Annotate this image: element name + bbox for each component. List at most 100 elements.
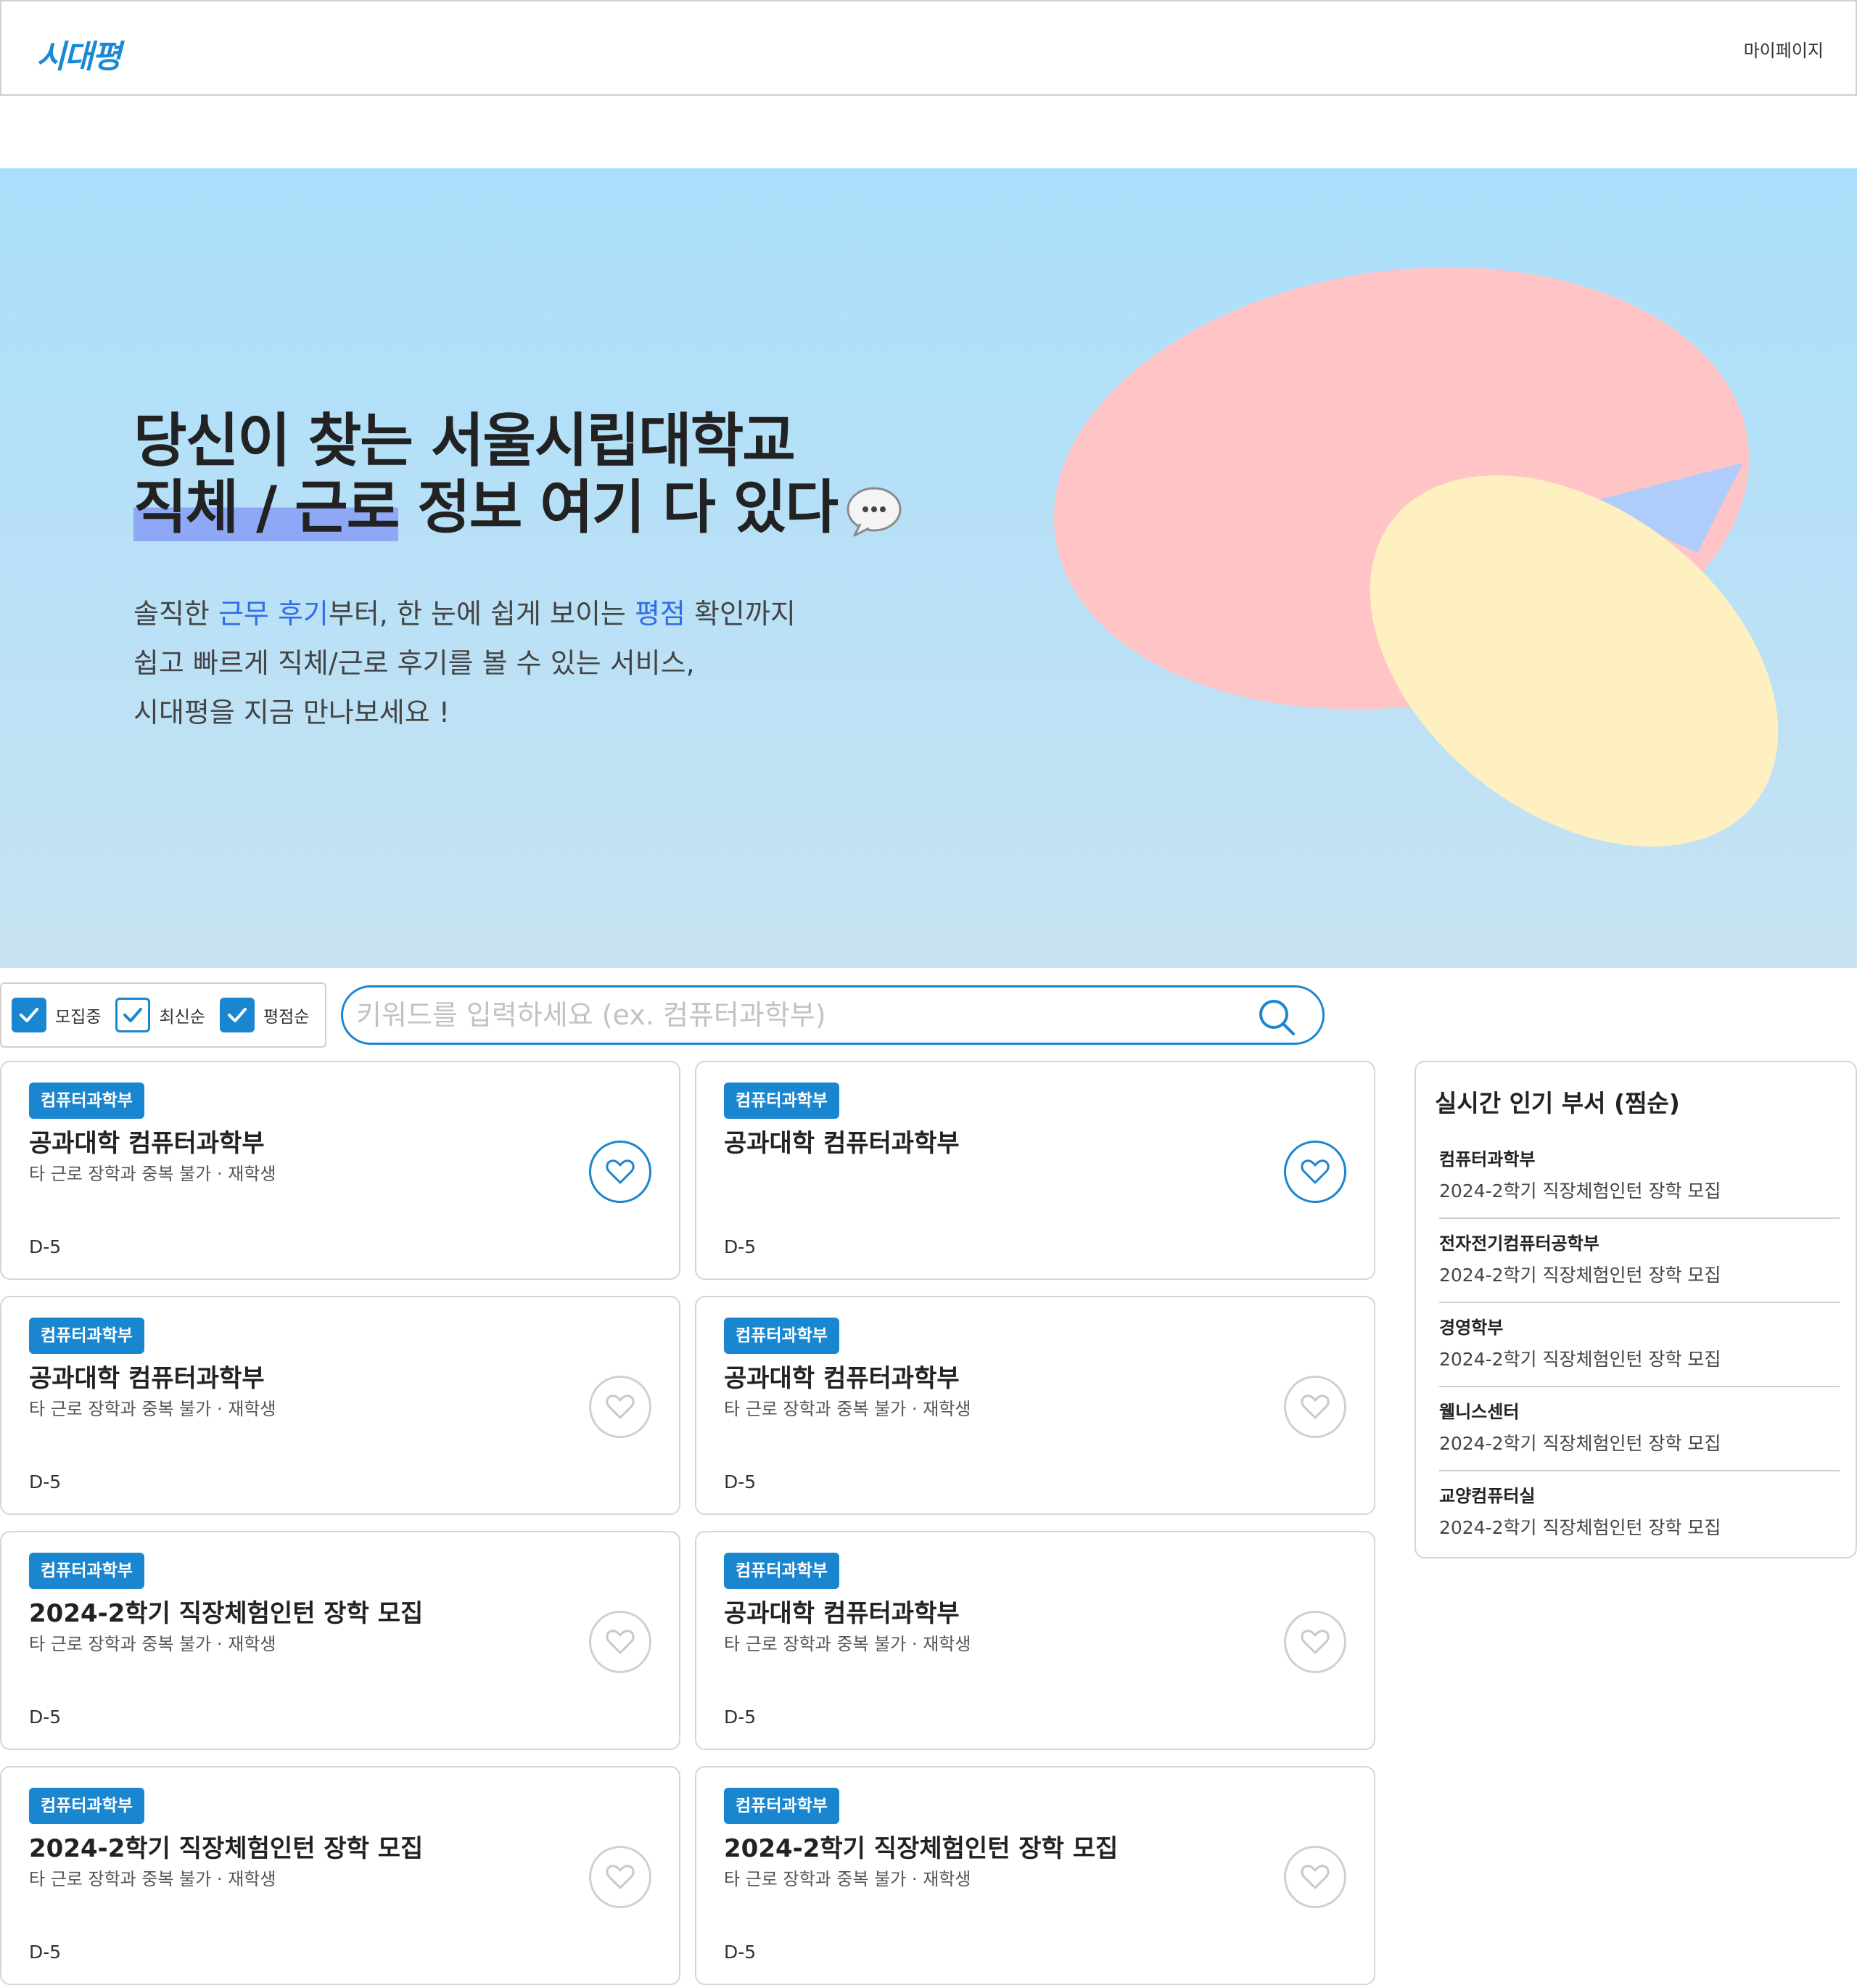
heart-icon — [1301, 1630, 1330, 1654]
top-navbar: 시대평 마이페이지 — [0, 0, 1857, 96]
dday-label: D-5 — [29, 1942, 62, 1963]
hero-desc-line-1: 솔직한 근무 후기부터, 한 눈에 쉽게 보이는 평점 확인까지 — [133, 589, 796, 638]
filter-recruiting[interactable]: 모집중 — [12, 998, 101, 1032]
dday-label: D-5 — [724, 1471, 757, 1492]
hero-desc-text: 솔직한 — [133, 598, 218, 630]
card-title: 2024-2학기 직장체험인턴 장학 모집 — [724, 1834, 1119, 1863]
hero-title-highlight: 직체 / 근로 — [133, 474, 400, 541]
popular-item[interactable]: 전자전기컴퓨터공학부 2024-2학기 직장체험인턴 장학 모집 — [1439, 1219, 1840, 1303]
filter-bar: 모집중 최신순 평점순 — [0, 982, 326, 1048]
card-title: 공과대학 컴퓨터과학부 — [724, 1599, 960, 1628]
like-button[interactable] — [589, 1611, 651, 1673]
dday-label: D-5 — [724, 1236, 757, 1257]
heart-icon — [1301, 1159, 1330, 1184]
popular-item[interactable]: 교양컴퓨터실 2024-2학기 직장체험인턴 장학 모집 — [1439, 1471, 1840, 1556]
popular-item[interactable]: 경영학부 2024-2학기 직장체험인턴 장학 모집 — [1439, 1303, 1840, 1387]
card-subtitle: 타 근로 장학과 중복 불가 · 재학생 — [29, 1634, 276, 1654]
like-button[interactable] — [1284, 1611, 1346, 1673]
heart-icon — [1301, 1865, 1330, 1889]
heart-icon — [606, 1159, 635, 1184]
department-badge: 컴퓨터과학부 — [724, 1318, 839, 1354]
hero-title-rest: 정보 여기 다 있다 — [398, 474, 839, 541]
hero-title-line-2: 직체 / 근로 정보 여기 다 있다 — [133, 474, 902, 541]
speech-bubble-icon — [847, 487, 902, 537]
card-subtitle: 타 근로 장학과 중복 불가 · 재학생 — [29, 1399, 276, 1419]
like-button[interactable] — [1284, 1846, 1346, 1908]
filter-rating[interactable]: 평점순 — [219, 998, 310, 1032]
filter-latest[interactable]: 최신순 — [115, 998, 205, 1032]
filter-label: 평점순 — [263, 1008, 310, 1027]
hero-decoration — [1053, 267, 1779, 847]
hero-desc-keyword-rating: 평점 — [634, 598, 685, 630]
job-card[interactable]: 컴퓨터과학부 2024-2학기 직장체험인턴 장학 모집 타 근로 장학과 중복… — [695, 1766, 1375, 1985]
check-icon — [227, 1008, 247, 1022]
hero-desc-keyword-review: 근무 후기 — [218, 598, 329, 630]
department-badge: 컴퓨터과학부 — [29, 1788, 144, 1824]
job-card[interactable]: 컴퓨터과학부 공과대학 컴퓨터과학부 D-5 — [695, 1061, 1375, 1280]
checkbox[interactable] — [12, 998, 46, 1032]
like-button[interactable] — [589, 1141, 651, 1203]
card-title: 2024-2학기 직장체험인턴 장학 모집 — [29, 1599, 424, 1628]
job-card[interactable]: 컴퓨터과학부 공과대학 컴퓨터과학부 타 근로 장학과 중복 불가 · 재학생 … — [0, 1296, 680, 1515]
department-badge: 컴퓨터과학부 — [29, 1318, 144, 1354]
card-title: 공과대학 컴퓨터과학부 — [29, 1364, 265, 1393]
popular-item-desc: 2024-2학기 직장체험인턴 장학 모집 — [1439, 1517, 1721, 1538]
department-badge: 컴퓨터과학부 — [29, 1083, 144, 1119]
job-card[interactable]: 컴퓨터과학부 2024-2학기 직장체험인턴 장학 모집 타 근로 장학과 중복… — [0, 1531, 680, 1750]
dday-label: D-5 — [29, 1706, 62, 1728]
dday-label: D-5 — [29, 1471, 62, 1492]
like-button[interactable] — [589, 1846, 651, 1908]
hero-description: 솔직한 근무 후기부터, 한 눈에 쉽게 보이는 평점 확인까지 쉽고 빠르게 … — [133, 589, 796, 737]
checkbox[interactable] — [115, 998, 151, 1032]
like-button[interactable] — [1284, 1141, 1346, 1203]
card-subtitle: 타 근로 장학과 중복 불가 · 재학생 — [29, 1164, 276, 1184]
popular-item[interactable]: 웰니스센터 2024-2학기 직장체험인턴 장학 모집 — [1439, 1387, 1840, 1471]
job-card[interactable]: 컴퓨터과학부 2024-2학기 직장체험인턴 장학 모집 타 근로 장학과 중복… — [0, 1766, 680, 1985]
job-card[interactable]: 컴퓨터과학부 공과대학 컴퓨터과학부 타 근로 장학과 중복 불가 · 재학생 … — [695, 1531, 1375, 1750]
job-card[interactable]: 컴퓨터과학부 공과대학 컴퓨터과학부 타 근로 장학과 중복 불가 · 재학생 … — [695, 1296, 1375, 1515]
heart-icon — [606, 1395, 635, 1419]
logo[interactable]: 시대평 — [36, 30, 121, 77]
heart-icon — [606, 1865, 635, 1889]
popular-item-desc: 2024-2학기 직장체험인턴 장학 모집 — [1439, 1349, 1721, 1370]
check-icon — [123, 1008, 143, 1022]
panel-title: 실시간 인기 부서 (찜순) — [1435, 1089, 1680, 1117]
card-subtitle: 타 근로 장학과 중복 불가 · 재학생 — [29, 1869, 276, 1889]
job-card[interactable]: 컴퓨터과학부 공과대학 컴퓨터과학부 타 근로 장학과 중복 불가 · 재학생 … — [0, 1061, 680, 1280]
hero-desc-line-2: 쉽고 빠르게 직체/근로 후기를 볼 수 있는 서비스, — [133, 647, 695, 679]
card-title: 2024-2학기 직장체험인턴 장학 모집 — [29, 1834, 424, 1863]
card-title: 공과대학 컴퓨터과학부 — [29, 1129, 265, 1158]
mypage-link[interactable]: 마이페이지 — [1744, 36, 1824, 62]
popular-departments-panel: 실시간 인기 부서 (찜순) 컴퓨터과학부 2024-2학기 직장체험인턴 장학… — [1415, 1061, 1857, 1558]
search-input[interactable] — [356, 995, 1212, 1035]
like-button[interactable] — [589, 1376, 651, 1438]
popular-item-name: 교양컴퓨터실 — [1439, 1486, 1536, 1506]
like-button[interactable] — [1284, 1376, 1346, 1438]
popular-item-name: 전자전기컴퓨터공학부 — [1439, 1233, 1599, 1254]
popular-item-name: 경영학부 — [1439, 1318, 1504, 1338]
card-title: 공과대학 컴퓨터과학부 — [724, 1129, 960, 1158]
filter-label: 최신순 — [159, 1008, 205, 1027]
hero-desc-text: 부터, 한 눈에 쉽게 보이는 — [328, 598, 635, 630]
dday-label: D-5 — [29, 1236, 62, 1257]
checkbox[interactable] — [219, 998, 255, 1032]
heart-icon — [606, 1630, 635, 1654]
search-icon[interactable] — [1257, 998, 1296, 1037]
card-subtitle: 타 근로 장학과 중복 불가 · 재학생 — [724, 1869, 971, 1889]
check-icon — [20, 1008, 38, 1022]
popular-item-desc: 2024-2학기 직장체험인턴 장학 모집 — [1439, 1433, 1721, 1454]
department-badge: 컴퓨터과학부 — [724, 1083, 839, 1119]
card-subtitle: 타 근로 장학과 중복 불가 · 재학생 — [724, 1399, 971, 1419]
card-subtitle: 타 근로 장학과 중복 불가 · 재학생 — [724, 1634, 971, 1654]
dday-label: D-5 — [724, 1706, 757, 1728]
heart-icon — [1301, 1395, 1330, 1419]
department-badge: 컴퓨터과학부 — [29, 1553, 144, 1589]
card-title: 공과대학 컴퓨터과학부 — [724, 1364, 960, 1393]
popular-item-name: 웰니스센터 — [1439, 1402, 1520, 1422]
hero-title: 당신이 찾는 서울시립대학교 직체 / 근로 정보 여기 다 있다 — [133, 408, 902, 541]
filter-label: 모집중 — [55, 1008, 102, 1027]
search-bar — [341, 985, 1325, 1045]
popular-item-name: 컴퓨터과학부 — [1439, 1149, 1536, 1170]
popular-item[interactable]: 컴퓨터과학부 2024-2학기 직장체험인턴 장학 모집 — [1439, 1135, 1840, 1219]
hero-banner: 당신이 찾는 서울시립대학교 직체 / 근로 정보 여기 다 있다 솔직한 근무… — [0, 168, 1857, 968]
